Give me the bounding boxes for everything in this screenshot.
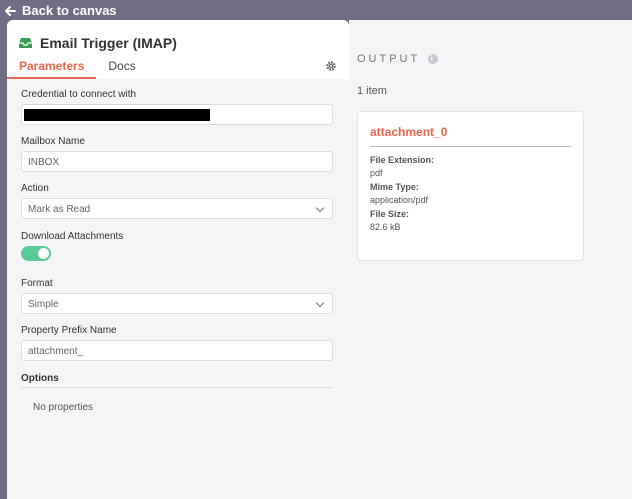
- download-attachments-toggle[interactable]: [21, 246, 51, 261]
- info-icon[interactable]: i: [428, 54, 439, 64]
- output-panel: OUTPUT i 1 item attachment_0 File Extens…: [349, 20, 632, 499]
- action-field-group: Action Mark as Read: [21, 184, 333, 219]
- node-title-row: Email Trigger (IMAP): [18, 35, 177, 51]
- action-select[interactable]: Mark as Read: [21, 198, 333, 219]
- credential-field-group: Credential to connect with: [21, 90, 333, 125]
- file-extension-value: pdf: [370, 168, 383, 178]
- back-to-canvas-button[interactable]: Back to canvas: [4, 3, 117, 18]
- mailbox-label: Mailbox Name: [21, 136, 85, 147]
- top-bar: Back to canvas: [0, 0, 632, 22]
- action-label: Action: [21, 183, 49, 194]
- format-label: Format: [21, 278, 53, 289]
- credential-label: Credential to connect with: [21, 89, 137, 100]
- mailbox-field-group: Mailbox Name INBOX: [21, 137, 333, 172]
- no-properties-text: No properties: [33, 402, 94, 413]
- node-title: Email Trigger (IMAP): [40, 35, 177, 51]
- file-size-key: File Size:: [370, 209, 410, 219]
- card-divider: [370, 146, 571, 147]
- tab-bar: Parameters Docs: [7, 58, 148, 79]
- prefix-field-group: Property Prefix Name attachment_: [21, 326, 333, 361]
- arrow-left-icon: [5, 5, 16, 16]
- download-field-group: Download Attachments: [21, 231, 333, 261]
- format-field-group: Format Simple: [21, 279, 333, 314]
- mailbox-input[interactable]: INBOX: [21, 151, 333, 172]
- redacted-credential: [24, 109, 210, 121]
- mime-type-value: application/pdf: [370, 195, 429, 205]
- mime-type-key: Mime Type:: [370, 182, 419, 192]
- tab-parameters[interactable]: Parameters: [7, 58, 97, 79]
- back-label: Back to canvas: [22, 3, 117, 18]
- inbox-icon: [19, 38, 32, 48]
- file-size-value: 82.6 kB: [370, 222, 401, 232]
- item-count: 1 item: [357, 85, 387, 97]
- panel-header: Email Trigger (IMAP) Parameters Docs: [7, 20, 349, 79]
- file-extension-key: File Extension:: [370, 155, 435, 165]
- options-divider: [21, 387, 333, 388]
- output-heading: OUTPUT i: [357, 53, 439, 65]
- gear-icon[interactable]: [325, 60, 337, 72]
- credential-select[interactable]: [21, 104, 333, 125]
- prefix-label: Property Prefix Name: [21, 325, 117, 336]
- format-select[interactable]: Simple: [21, 293, 333, 314]
- output-title: OUTPUT: [357, 53, 421, 65]
- download-attachments-label: Download Attachments: [21, 231, 124, 242]
- prefix-input[interactable]: attachment_: [21, 340, 333, 361]
- card-title: attachment_0: [370, 125, 448, 139]
- options-section: Options No properties: [21, 373, 333, 413]
- output-item-card: attachment_0 File Extension: pdf Mime Ty…: [357, 111, 584, 261]
- options-title: Options: [21, 373, 59, 384]
- node-parameters-panel: Email Trigger (IMAP) Parameters Docs Cre…: [7, 20, 349, 499]
- tab-docs[interactable]: Docs: [96, 58, 147, 77]
